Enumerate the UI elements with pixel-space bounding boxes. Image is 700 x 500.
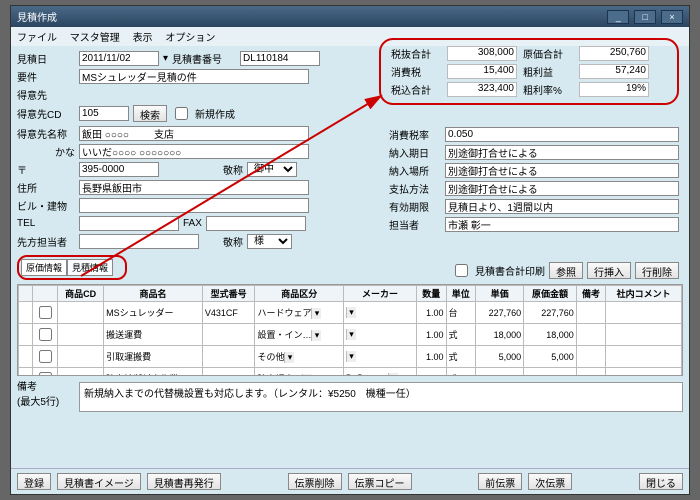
window-controls: _ □ × <box>605 10 683 24</box>
zip-input[interactable] <box>79 162 159 177</box>
footer-toolbar: 登録 見積書イメージ 見積書再発行 伝票削除 伝票コピー 前伝票 次伝票 閉じる <box>11 468 689 494</box>
quote-no-input[interactable] <box>240 51 320 66</box>
menu-view[interactable]: 表示 <box>133 33 153 44</box>
window-title: 見積作成 <box>17 9 57 24</box>
total-profit: 57,240 <box>579 64 649 79</box>
label-quote-date: 見積日 <box>17 51 75 66</box>
col-qty[interactable]: 数量 <box>417 286 447 302</box>
col-unit[interactable]: 単位 <box>446 286 476 302</box>
col-name[interactable]: 商品名 <box>104 286 203 302</box>
tab-cost[interactable]: 原価情報 <box>21 259 67 276</box>
table-row[interactable]: 搬送運費 設置・イン…▾▾ 1.00式18,00018,000 <box>19 324 682 346</box>
label-new: 新規作成 <box>195 106 235 121</box>
label-customer-hdr: 得意先 <box>17 87 75 102</box>
quote-date-input[interactable] <box>79 51 159 66</box>
label-address: 住所 <box>17 180 75 195</box>
total-cost: 250,760 <box>579 46 649 61</box>
maximize-button[interactable]: □ <box>634 10 656 24</box>
delete-slip-button[interactable]: 伝票削除 <box>288 473 342 490</box>
subject-input[interactable] <box>79 69 309 84</box>
kana-input[interactable] <box>79 144 309 159</box>
honorific-select[interactable]: 御中 <box>247 162 297 177</box>
register-button[interactable]: 登録 <box>17 473 51 490</box>
honorific2-select[interactable]: 様 <box>247 234 292 249</box>
delivery-place-input[interactable] <box>445 163 679 178</box>
table-row[interactable]: 引取運搬費 その他▾▾ 1.00式5,0005,000 <box>19 346 682 368</box>
col-cd[interactable]: 商品CD <box>58 286 104 302</box>
menu-option[interactable]: オプション <box>165 33 215 44</box>
datepick-icon[interactable]: ▾ <box>163 53 168 64</box>
table-row[interactable]: MSシュレッダーV431CF ハードウェア▾▾ 1.00台227,760227,… <box>19 302 682 324</box>
building-input[interactable] <box>79 198 309 213</box>
label-subject: 要件 <box>17 69 75 84</box>
customer-name-input[interactable] <box>79 126 309 141</box>
menu-master[interactable]: マスタ管理 <box>70 33 120 44</box>
col-comment[interactable]: 社内コメント <box>606 286 682 302</box>
label-quote-no: 見積書番号 <box>172 51 236 66</box>
next-slip-button[interactable]: 次伝票 <box>528 473 572 490</box>
total-tax: 15,400 <box>447 64 517 79</box>
titlebar: 見積作成 _ □ × <box>11 6 689 27</box>
prev-slip-button[interactable]: 前伝票 <box>478 473 522 490</box>
col-cat[interactable]: 商品区分 <box>255 286 343 302</box>
fax-input[interactable] <box>206 216 306 231</box>
col-note[interactable]: 備考 <box>576 286 606 302</box>
rep-input[interactable] <box>445 217 679 232</box>
our-rep-input[interactable] <box>79 234 199 249</box>
remarks-text[interactable]: 新規納入までの代替機設置も対応します。（レンタル：¥5250 機種一任） <box>79 382 683 412</box>
items-grid[interactable]: 商品CD 商品名 型式番号 商品区分 メーカー 数量 単位 単価 原価金額 備考… <box>17 284 683 376</box>
customer-cd-input[interactable] <box>79 106 129 121</box>
right-column: 消費税率 納入期日 納入場所 支払方法 有効期限 担当者 <box>389 126 679 232</box>
label-honorific2: 敬称 <box>223 234 243 249</box>
total-margin: 19% <box>579 82 649 97</box>
tax-rate-input[interactable] <box>445 127 679 142</box>
col-model[interactable]: 型式番号 <box>202 286 255 302</box>
form-body: 見積日 ▾ 見積書番号 要件 得意先 得意先CD 検索 新規作成 得意先名称 か… <box>11 46 689 468</box>
row-toolbar: 見積書合計印刷 参照 行挿入 行削除 <box>451 261 679 280</box>
reissue-button[interactable]: 見積書再発行 <box>147 473 221 490</box>
search-button[interactable]: 検索 <box>133 105 167 122</box>
delivery-date-input[interactable] <box>445 145 679 160</box>
label-tel: TEL <box>17 218 75 229</box>
label-fax: FAX <box>183 218 202 229</box>
print-total-checkbox[interactable] <box>455 264 468 277</box>
close-button[interactable]: × <box>661 10 683 24</box>
app-window: 見積作成 _ □ × ファイル マスタ管理 表示 オプション 見積日 ▾ 見積書… <box>10 5 690 495</box>
totals-panel: 税抜合計308,000 原価合計250,760 消費税15,400 粗利益57,… <box>379 38 679 105</box>
label-building: ビル・建物 <box>17 198 75 213</box>
tel-input[interactable] <box>79 216 179 231</box>
label-customer-name: 得意先名称 <box>17 126 75 141</box>
minimize-button[interactable]: _ <box>607 10 629 24</box>
quote-image-button[interactable]: 見積書イメージ <box>57 473 141 490</box>
label-kana: かな <box>17 144 75 159</box>
table-row[interactable]: 障害診断対応作業 障害調査…▾D. Data …▾ 1.00式 <box>19 368 682 377</box>
label-remarks: 備考(最大5行) <box>17 378 75 408</box>
label-customer-cd: 得意先CD <box>17 106 75 121</box>
valid-until-input[interactable] <box>445 199 679 214</box>
col-maker[interactable]: メーカー <box>343 286 416 302</box>
label-our-rep: 先方担当者 <box>17 234 75 249</box>
close-form-button[interactable]: 閉じる <box>639 473 683 490</box>
delete-row-button[interactable]: 行削除 <box>635 262 679 279</box>
label-honorific: 敬称 <box>223 162 243 177</box>
insert-row-button[interactable]: 行挿入 <box>587 262 631 279</box>
total-extax: 308,000 <box>447 46 517 61</box>
col-price[interactable]: 単価 <box>476 286 524 302</box>
total-intax: 323,400 <box>447 82 517 97</box>
address-input[interactable] <box>79 180 309 195</box>
menu-file[interactable]: ファイル <box>17 33 57 44</box>
label-zip: 〒 <box>17 162 75 177</box>
col-cost[interactable]: 原価金額 <box>524 286 577 302</box>
copy-slip-button[interactable]: 伝票コピー <box>348 473 412 490</box>
refer-button[interactable]: 参照 <box>549 262 583 279</box>
tab-quote[interactable]: 見積情報 <box>67 259 113 276</box>
tabs: 原価情報 見積情報 <box>17 255 127 280</box>
new-checkbox[interactable] <box>175 107 188 120</box>
pay-method-input[interactable] <box>445 181 679 196</box>
